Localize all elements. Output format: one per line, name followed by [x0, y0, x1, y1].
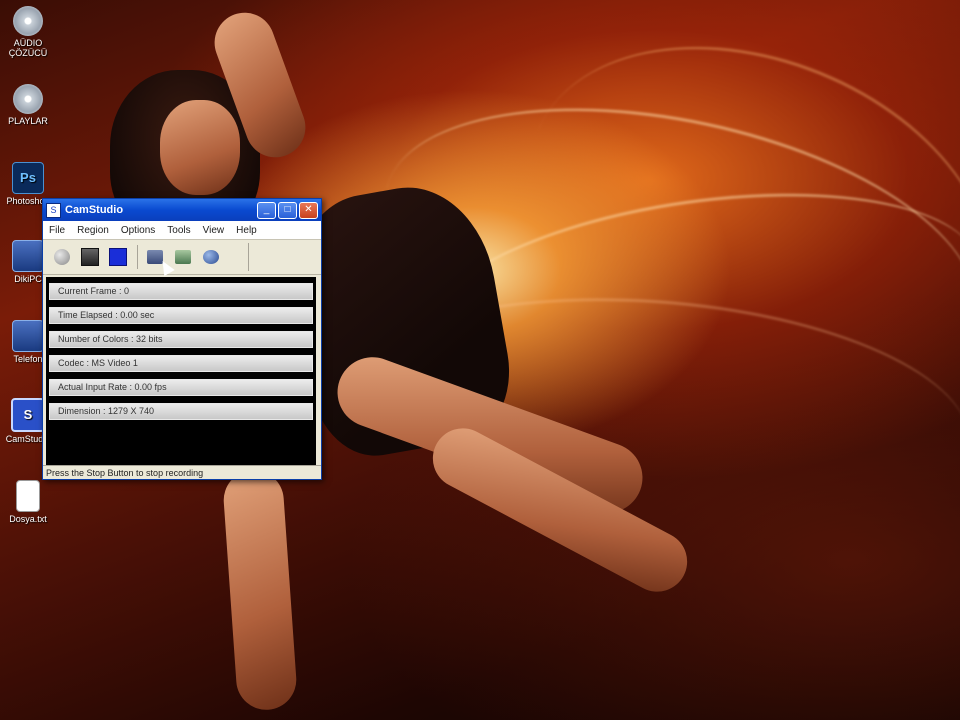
region-icon: [175, 250, 191, 264]
record-icon: [54, 249, 70, 265]
menu-tools[interactable]: Tools: [161, 225, 196, 236]
pause-button[interactable]: [79, 246, 101, 268]
camstudio-icon: S: [11, 398, 45, 432]
title-bar[interactable]: S CamStudio _ □ ✕: [43, 199, 321, 221]
desktop-icon-audio[interactable]: AÜDIO ÇÖZÜCÜ: [0, 6, 56, 58]
stat-time-elapsed: Time Elapsed : 0.00 sec: [49, 307, 313, 324]
toolbar: [43, 240, 321, 275]
web-icon: [203, 250, 219, 264]
stat-input-rate: Actual Input Rate : 0.00 fps: [49, 379, 313, 396]
desktop-icon-label: PLAYLAR: [8, 116, 48, 126]
stat-dimension: Dimension : 1279 X 740: [49, 403, 313, 420]
program-icon: [12, 320, 44, 352]
disc-icon: [13, 84, 43, 114]
wallpaper-figure: [221, 468, 299, 712]
web-button[interactable]: [200, 246, 222, 268]
window-title: CamStudio: [65, 204, 124, 216]
status-bar: Press the Stop Button to stop recording: [43, 465, 321, 479]
desktop-icon-playlar[interactable]: PLAYLAR: [0, 84, 56, 126]
stats-panel: Current Frame : 0 Time Elapsed : 0.00 se…: [46, 277, 316, 467]
desktop-icon-label: Dosya.txt: [9, 514, 47, 524]
menu-options[interactable]: Options: [115, 225, 161, 236]
pause-icon: [81, 248, 99, 266]
stat-current-frame: Current Frame : 0: [49, 283, 313, 300]
desktop-icon-label: AÜDIO ÇÖZÜCÜ: [8, 38, 48, 58]
close-button[interactable]: ✕: [299, 201, 318, 219]
minimize-button[interactable]: _: [257, 201, 276, 219]
camstudio-app-icon: S: [46, 202, 61, 218]
menu-bar: File Region Options Tools View Help: [43, 221, 321, 240]
stat-number-of-colors: Number of Colors : 32 bits: [49, 331, 313, 348]
record-button[interactable]: [51, 246, 73, 268]
desktop: AÜDIO ÇÖZÜCÜ PLAYLAR Ps Photoshop DikiPC…: [0, 0, 960, 720]
disc-icon: [13, 6, 43, 36]
maximize-button[interactable]: □: [278, 201, 297, 219]
wallpaper-figure: [160, 100, 240, 195]
camstudio-window[interactable]: S CamStudio _ □ ✕ File Region Options To…: [42, 198, 322, 480]
stop-button[interactable]: [107, 246, 129, 268]
computer-icon: [12, 240, 44, 272]
stop-icon: [109, 248, 127, 266]
desktop-icon-text-file[interactable]: Dosya.txt: [0, 480, 56, 524]
toolbar-separator: [137, 245, 138, 269]
region-button[interactable]: [172, 246, 194, 268]
stat-codec: Codec : MS Video 1: [49, 355, 313, 372]
menu-view[interactable]: View: [197, 225, 231, 236]
text-file-icon: [16, 480, 40, 512]
menu-file[interactable]: File: [43, 225, 71, 236]
menu-region[interactable]: Region: [71, 225, 115, 236]
photoshop-icon: Ps: [12, 162, 44, 194]
menu-help[interactable]: Help: [230, 225, 263, 236]
toolbar-separator: [248, 243, 249, 271]
